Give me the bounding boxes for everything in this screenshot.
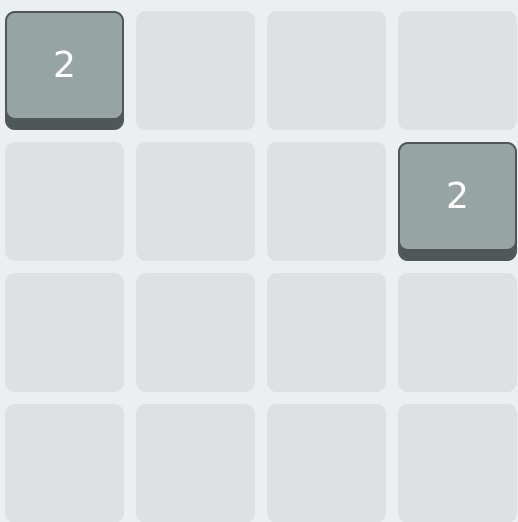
tile: 2 bbox=[398, 142, 517, 261]
grid-cell bbox=[398, 11, 517, 130]
grid-cell bbox=[5, 404, 124, 522]
game-board: 2 2 bbox=[0, 0, 518, 522]
grid-cell bbox=[267, 142, 386, 261]
grid-cell bbox=[267, 404, 386, 522]
grid-cell bbox=[398, 404, 517, 522]
grid-cell bbox=[5, 273, 124, 392]
grid-cell bbox=[136, 404, 255, 522]
grid-cell bbox=[5, 142, 124, 261]
tile-value: 2 bbox=[53, 44, 76, 86]
tile-value: 2 bbox=[446, 175, 469, 217]
grid-cell bbox=[267, 11, 386, 130]
tile: 2 bbox=[5, 11, 124, 130]
grid-cell bbox=[136, 273, 255, 392]
grid-cell bbox=[136, 11, 255, 130]
grid-cell bbox=[267, 273, 386, 392]
grid-cell bbox=[398, 273, 517, 392]
grid-cell bbox=[136, 142, 255, 261]
